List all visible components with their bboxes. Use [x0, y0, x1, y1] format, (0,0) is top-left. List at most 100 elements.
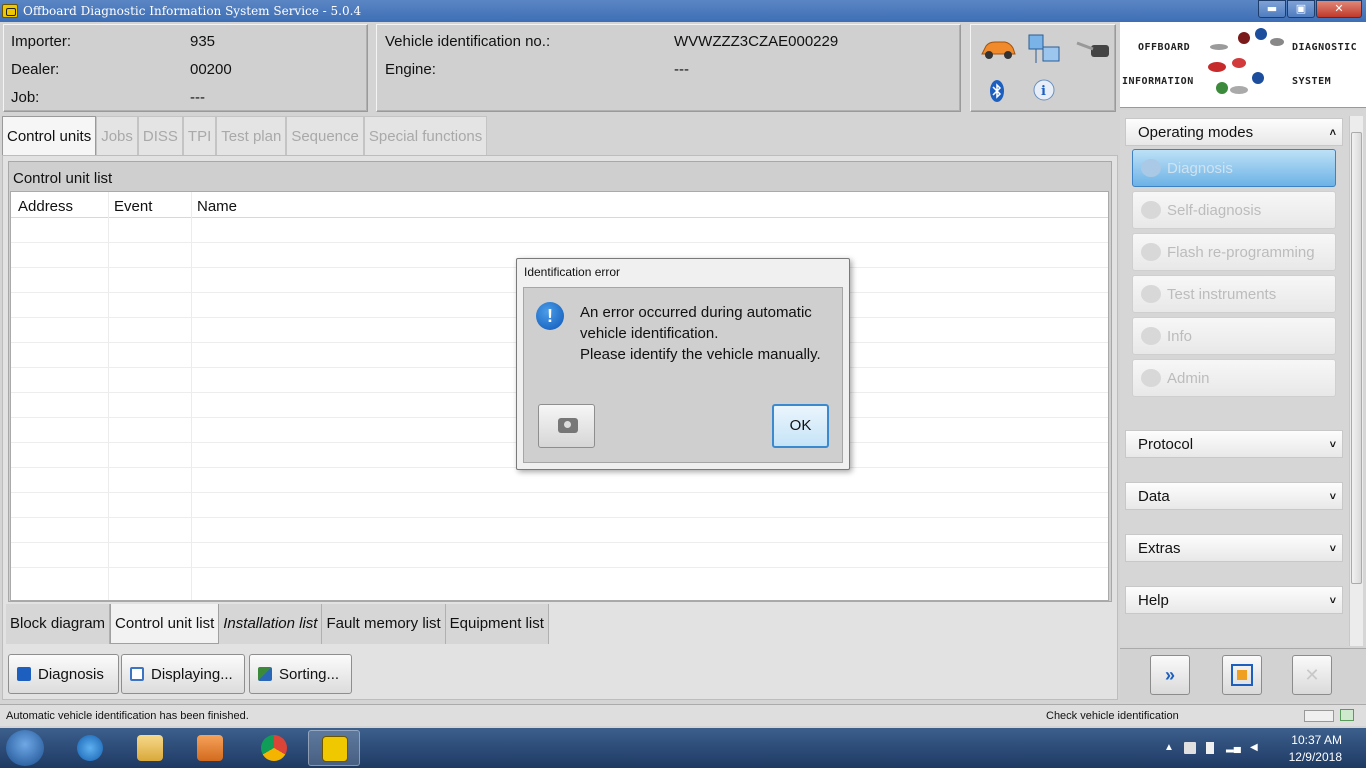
- mode-self-diagnosis-button[interactable]: Self-diagnosis: [1132, 191, 1336, 229]
- column-divider: [108, 192, 109, 600]
- list-view-tabs: Block diagram Control unit list Installa…: [6, 604, 549, 644]
- brand-logo-icon: [1252, 72, 1264, 84]
- sorting-button[interactable]: Sorting...: [249, 654, 352, 694]
- close-window-button[interactable]: ✕: [1316, 0, 1362, 18]
- table-row: [11, 567, 1108, 568]
- displaying-button[interactable]: Displaying...: [121, 654, 245, 694]
- mode-flash-reprogramming-button[interactable]: Flash re-programming: [1132, 233, 1336, 271]
- tab-sequence[interactable]: Sequence: [286, 116, 364, 156]
- car-icon[interactable]: [979, 37, 1017, 61]
- clock-time[interactable]: 10:37 AM: [1291, 733, 1342, 747]
- brand-logo-icon: [1216, 82, 1228, 94]
- tab-block-diagram[interactable]: Block diagram: [6, 604, 111, 644]
- clock-date[interactable]: 12/9/2018: [1289, 750, 1342, 764]
- maximize-button[interactable]: ▣: [1287, 0, 1315, 18]
- tab-fault-memory-list[interactable]: Fault memory list: [322, 604, 446, 644]
- dialog-title: Identification error: [524, 265, 621, 279]
- signal-icon[interactable]: ▂▄: [1226, 742, 1241, 754]
- dealer-info-panel: Importer: 935 Dealer: 00200 Job: ---: [3, 24, 368, 112]
- taskbar-odis[interactable]: [308, 730, 360, 766]
- column-header-address[interactable]: Address: [18, 198, 73, 215]
- help-header[interactable]: Help ˅: [1125, 586, 1343, 614]
- protocol-title: Protocol: [1138, 436, 1194, 453]
- control-unit-list-title: Control unit list: [13, 170, 113, 187]
- taskbar-chrome[interactable]: [248, 730, 300, 766]
- brand-logo-icon: [1238, 32, 1250, 44]
- tab-equipment-list[interactable]: Equipment list: [445, 604, 549, 644]
- importer-value: 935: [190, 33, 216, 50]
- media-player-icon: [197, 735, 223, 761]
- mode-label: Flash re-programming: [1167, 243, 1315, 261]
- start-button[interactable]: [6, 730, 44, 766]
- mode-test-instruments-button[interactable]: Test instruments: [1132, 275, 1336, 313]
- bluetooth-icon[interactable]: [989, 79, 1005, 103]
- mode-admin-button[interactable]: Admin: [1132, 359, 1336, 397]
- volume-icon[interactable]: ◀: [1250, 742, 1262, 754]
- scrollbar-thumb[interactable]: [1351, 132, 1362, 584]
- tab-test-plan[interactable]: Test plan: [216, 116, 287, 156]
- taskbar-file-explorer[interactable]: [124, 730, 176, 766]
- windows-taskbar: ▲ ▂▄ ◀ 10:37 AM 12/9/2018: [0, 728, 1366, 768]
- logo-text-system: SYSTEM: [1292, 76, 1332, 87]
- cancel-button[interactable]: ✕: [1292, 655, 1332, 695]
- flash-icon: [1141, 243, 1161, 261]
- minimize-button[interactable]: ▬: [1258, 0, 1286, 18]
- tab-tpi[interactable]: TPI: [182, 116, 217, 156]
- tab-control-units[interactable]: Control units: [2, 116, 97, 156]
- title-bar[interactable]: Offboard Diagnostic Information System S…: [0, 0, 1366, 22]
- brand-logo-icon: [1255, 28, 1267, 40]
- frame-capture-icon: [1231, 664, 1253, 686]
- info-bubble-icon[interactable]: i: [1031, 79, 1057, 103]
- brand-logo-icon: [1210, 44, 1228, 50]
- table-row: [11, 242, 1108, 243]
- network-computer-icon[interactable]: [1027, 33, 1063, 67]
- ok-button[interactable]: OK: [772, 404, 829, 448]
- dialog-message-line: Please identify the vehicle manually.: [580, 346, 821, 363]
- protocol-header[interactable]: Protocol ˅: [1125, 430, 1343, 458]
- exclamation-info-icon: !: [536, 302, 564, 330]
- status-message: Automatic vehicle identification has bee…: [6, 710, 249, 722]
- column-header-name[interactable]: Name: [197, 198, 237, 215]
- chevron-down-icon: ˅: [1329, 543, 1336, 555]
- identification-error-dialog[interactable]: Identification error ! An error occurred…: [516, 258, 850, 470]
- tab-installation-list[interactable]: Installation list: [219, 604, 323, 644]
- vin-value: WVWZZZ3CZAE000229: [674, 33, 839, 50]
- tab-diss[interactable]: DISS: [137, 116, 183, 156]
- tab-control-unit-list[interactable]: Control unit list: [110, 604, 220, 644]
- forward-button[interactable]: »: [1150, 655, 1190, 695]
- taskbar-internet-explorer[interactable]: [64, 730, 116, 766]
- diagnosis-button[interactable]: Diagnosis: [8, 654, 119, 694]
- battery-icon[interactable]: [1206, 742, 1214, 754]
- extras-header[interactable]: Extras ˅: [1125, 534, 1343, 562]
- data-header[interactable]: Data ˅: [1125, 482, 1343, 510]
- tab-special-functions[interactable]: Special functions: [363, 116, 488, 156]
- system-tray: ▲ ▂▄ ◀ 10:37 AM 12/9/2018: [1156, 728, 1366, 768]
- operating-modes-header[interactable]: Operating modes ˄: [1125, 118, 1343, 146]
- folder-icon: [137, 735, 163, 761]
- status-icon-panel: i: [970, 24, 1116, 112]
- status-action-hint: Check vehicle identification: [1046, 710, 1179, 722]
- screenshot-button[interactable]: [538, 404, 595, 448]
- mode-info-button[interactable]: Info: [1132, 317, 1336, 355]
- self-diagnosis-icon: [1141, 201, 1161, 219]
- tray-expand-icon[interactable]: ▲: [1164, 742, 1176, 754]
- mode-label: Admin: [1167, 369, 1210, 387]
- operating-modes-title: Operating modes: [1138, 124, 1254, 141]
- status-bar: Automatic vehicle identification has bee…: [0, 704, 1366, 726]
- key-icon[interactable]: [1075, 37, 1111, 63]
- tab-jobs[interactable]: Jobs: [96, 116, 138, 156]
- action-center-flag-icon[interactable]: [1184, 742, 1196, 754]
- gauge-icon: [1141, 285, 1161, 303]
- screenshot-frame-button[interactable]: [1222, 655, 1262, 695]
- engine-check-icon: [322, 736, 348, 762]
- column-header-event[interactable]: Event: [114, 198, 152, 215]
- sidebar-scrollbar[interactable]: [1349, 116, 1363, 646]
- data-title: Data: [1138, 488, 1170, 505]
- brand-logo-icon: [1230, 86, 1248, 94]
- diagnosis-icon: [17, 667, 31, 681]
- mode-diagnosis-button[interactable]: Diagnosis: [1132, 149, 1336, 187]
- engine-value: ---: [674, 61, 689, 78]
- chevron-up-icon: ˄: [1329, 127, 1336, 139]
- taskbar-media-player[interactable]: [184, 730, 236, 766]
- stethoscope-icon: [1141, 159, 1161, 177]
